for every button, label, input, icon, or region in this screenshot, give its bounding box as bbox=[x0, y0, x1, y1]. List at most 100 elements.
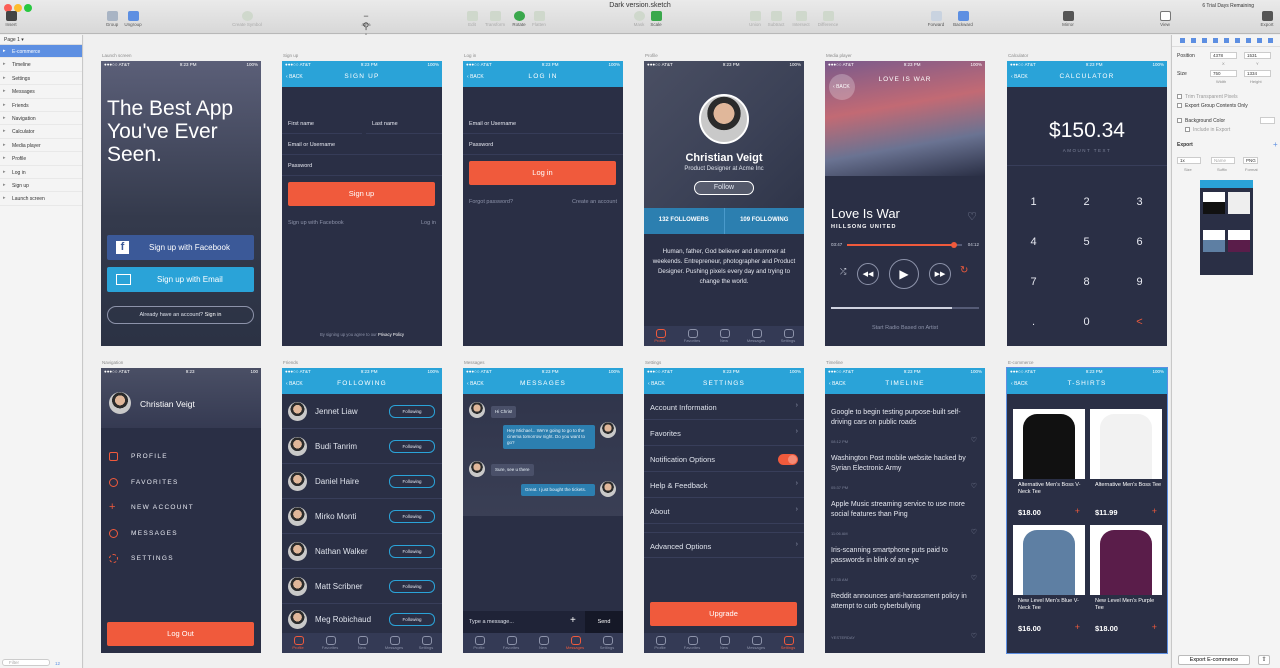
layer-item[interactable]: E-commerce bbox=[0, 45, 82, 59]
facebook-signup-link[interactable]: Sign up with Facebook bbox=[288, 220, 344, 226]
news-headline[interactable]: Apple Music streaming service to use mor… bbox=[831, 500, 979, 520]
heart-icon[interactable]: ♡ bbox=[971, 528, 977, 536]
export-group-checkbox[interactable] bbox=[1177, 103, 1182, 108]
artboard-label[interactable]: Log in bbox=[464, 53, 476, 58]
list-item[interactable]: Mirko Monti Following bbox=[282, 499, 442, 534]
key-3[interactable]: 3 bbox=[1113, 196, 1166, 208]
log-in-button[interactable]: Log in bbox=[469, 161, 616, 185]
artboard-navigation[interactable]: ●●●○○ AT&T 9:23 100 Christian Veigt PROFIL… bbox=[101, 368, 261, 653]
menu-item-favorites[interactable]: FAVORITES bbox=[131, 479, 179, 486]
layer-item[interactable]: Friends bbox=[0, 99, 82, 112]
create-symbol-button[interactable]: Create Symbol bbox=[227, 11, 267, 27]
following-button[interactable]: Following bbox=[389, 545, 435, 558]
layer-filter-input[interactable]: Filter bbox=[2, 659, 50, 666]
export-toolbar-button[interactable]: Export bbox=[1247, 11, 1280, 27]
layer-item[interactable]: Navigation bbox=[0, 112, 82, 126]
artboard-friends[interactable]: ●●●○○ AT&T 9:23 PM 100% ‹ BACK FOLLOWING Jen… bbox=[282, 368, 442, 653]
add-export-icon[interactable]: + bbox=[1273, 140, 1278, 149]
artboard-e-commerce[interactable]: ●●●○○ AT&T 9:23 PM 100% ‹ BACK T-SHIRTS Alte… bbox=[1006, 367, 1168, 654]
export-format-select[interactable]: PNG bbox=[1243, 157, 1258, 164]
layer-item[interactable]: Calculator bbox=[0, 125, 82, 139]
layer-item[interactable]: Settings bbox=[0, 72, 82, 86]
artboard-sign-up[interactable]: ●●●○○ AT&T 9:23 PM 100% ‹ BACK SIGN UP First… bbox=[282, 61, 442, 346]
tab-settings[interactable]: Settings bbox=[772, 633, 804, 653]
settings-item[interactable]: Notification Options bbox=[644, 446, 804, 472]
artboard-label[interactable]: Profile bbox=[645, 53, 658, 58]
add-to-cart-icon[interactable]: + bbox=[1152, 506, 1157, 516]
artboard-label[interactable]: Media player bbox=[826, 53, 852, 58]
tab-messages[interactable]: Messages bbox=[559, 633, 591, 653]
settings-item[interactable]: Favorites › bbox=[644, 420, 804, 446]
facebook-signup-button[interactable]: f Sign up with Facebook bbox=[107, 235, 254, 260]
first-name-field[interactable]: First name bbox=[282, 113, 362, 134]
list-item[interactable]: Meg Robichaud Following bbox=[282, 604, 442, 634]
artboard-label[interactable]: Calculator bbox=[1008, 53, 1028, 58]
tab-favorites[interactable]: Favorites bbox=[676, 326, 708, 346]
key-6[interactable]: 6 bbox=[1113, 236, 1166, 248]
menu-item-new-account[interactable]: NEW ACCOUNT bbox=[131, 504, 194, 511]
tab-profile[interactable]: Profile bbox=[282, 633, 314, 653]
alignment-bar[interactable] bbox=[1172, 35, 1280, 47]
list-item[interactable]: Daniel Haire Following bbox=[282, 464, 442, 499]
settings-item[interactable]: Advanced Options › bbox=[644, 532, 804, 558]
artboard-label[interactable]: Launch screen bbox=[102, 53, 132, 58]
tab-new[interactable]: New bbox=[708, 326, 740, 346]
tab-messages[interactable]: Messages bbox=[740, 633, 772, 653]
product-card[interactable]: Alternative Men's Boss V-Neck Tee $18.00 + bbox=[1013, 409, 1085, 521]
backspace-key[interactable]: < bbox=[1113, 316, 1166, 328]
layer-item[interactable]: Sign up bbox=[0, 179, 82, 193]
shuffle-icon[interactable]: ⤮ bbox=[840, 267, 846, 277]
artboard-log-in[interactable]: ●●●○○ AT&T 9:23 PM 100% ‹ BACK LOG IN Email … bbox=[463, 61, 623, 346]
message-input[interactable]: Type a message... bbox=[469, 619, 514, 625]
last-name-field[interactable]: Last name bbox=[366, 113, 442, 134]
play-icon[interactable]: ▶ bbox=[889, 259, 919, 289]
followers-count[interactable]: 132 FOLLOWERS bbox=[644, 208, 725, 234]
forgot-password-link[interactable]: Forgot password? bbox=[469, 199, 513, 205]
bg-color-checkbox[interactable] bbox=[1177, 118, 1182, 123]
sign-up-button[interactable]: Sign up bbox=[288, 182, 435, 206]
news-headline[interactable]: Google to begin testing purpose-built se… bbox=[831, 408, 979, 428]
heart-icon[interactable]: ♡ bbox=[971, 632, 977, 640]
email-field[interactable]: Email or Username bbox=[282, 134, 442, 155]
key-decimal[interactable]: . bbox=[1007, 316, 1060, 328]
password-field[interactable]: Password bbox=[463, 134, 623, 155]
artboard-profile[interactable]: ●●●○○ AT&T 9:23 PM 100% Christian Veigt Pr… bbox=[644, 61, 804, 346]
list-item[interactable]: Budi Tanrim Following bbox=[282, 429, 442, 464]
create-account-link[interactable]: Create an account bbox=[572, 199, 617, 205]
repeat-icon[interactable]: ↻ bbox=[960, 265, 968, 276]
heart-icon[interactable]: ♡ bbox=[971, 436, 977, 444]
news-headline[interactable]: Washington Post mobile website hacked by… bbox=[831, 454, 979, 474]
mirror-button[interactable]: Mirror bbox=[1048, 11, 1088, 27]
layer-item[interactable]: Log in bbox=[0, 166, 82, 179]
flatten-button[interactable]: Flatten bbox=[519, 11, 559, 27]
password-field[interactable]: Password bbox=[282, 155, 442, 176]
tab-new[interactable]: New bbox=[708, 633, 740, 653]
login-link[interactable]: Log in bbox=[421, 220, 436, 226]
export-suffix-field[interactable]: Name bbox=[1211, 157, 1235, 164]
share-icon[interactable]: ⇧ bbox=[1258, 655, 1270, 665]
menu-item-messages[interactable]: MESSAGES bbox=[131, 530, 178, 537]
artboard-label[interactable]: Sign up bbox=[283, 53, 298, 58]
following-button[interactable]: Following bbox=[389, 475, 435, 488]
heart-icon[interactable]: ♡ bbox=[967, 210, 977, 223]
tab-profile[interactable]: Profile bbox=[644, 326, 676, 346]
artboard-label[interactable]: Timeline bbox=[826, 360, 843, 365]
email-signup-button[interactable]: Sign up with Email bbox=[107, 267, 254, 292]
sign-in-link[interactable]: Already have an account? Sign in bbox=[107, 306, 254, 324]
scale-button[interactable]: Scale bbox=[636, 11, 676, 27]
start-radio-link[interactable]: Start Radio Based on Artist bbox=[825, 325, 985, 331]
product-card[interactable]: Alternative Men's Boss Tee $11.99 + bbox=[1090, 409, 1162, 521]
export-scale-field[interactable]: 1x bbox=[1177, 157, 1201, 164]
include-checkbox[interactable] bbox=[1185, 127, 1190, 132]
artboard-media-player[interactable]: ●●●○○ AT&T 9:23 PM 100% ‹ BACK LOVE IS WAR… bbox=[825, 61, 985, 346]
y-field[interactable]: 1531 bbox=[1244, 52, 1271, 59]
list-item[interactable]: Nathan Walker Following bbox=[282, 534, 442, 569]
news-headline[interactable]: Iris-scanning smartphone puts paid to pa… bbox=[831, 546, 979, 566]
insert-button[interactable]: Insert bbox=[0, 11, 31, 27]
notification-toggle[interactable] bbox=[778, 454, 798, 465]
list-item[interactable]: Jennet Liaw Following bbox=[282, 394, 442, 429]
zoom-control[interactable]: − ⚲ +43% bbox=[346, 11, 386, 41]
heart-icon[interactable]: ♡ bbox=[971, 482, 977, 490]
key-5[interactable]: 5 bbox=[1060, 236, 1113, 248]
key-7[interactable]: 7 bbox=[1007, 276, 1060, 288]
